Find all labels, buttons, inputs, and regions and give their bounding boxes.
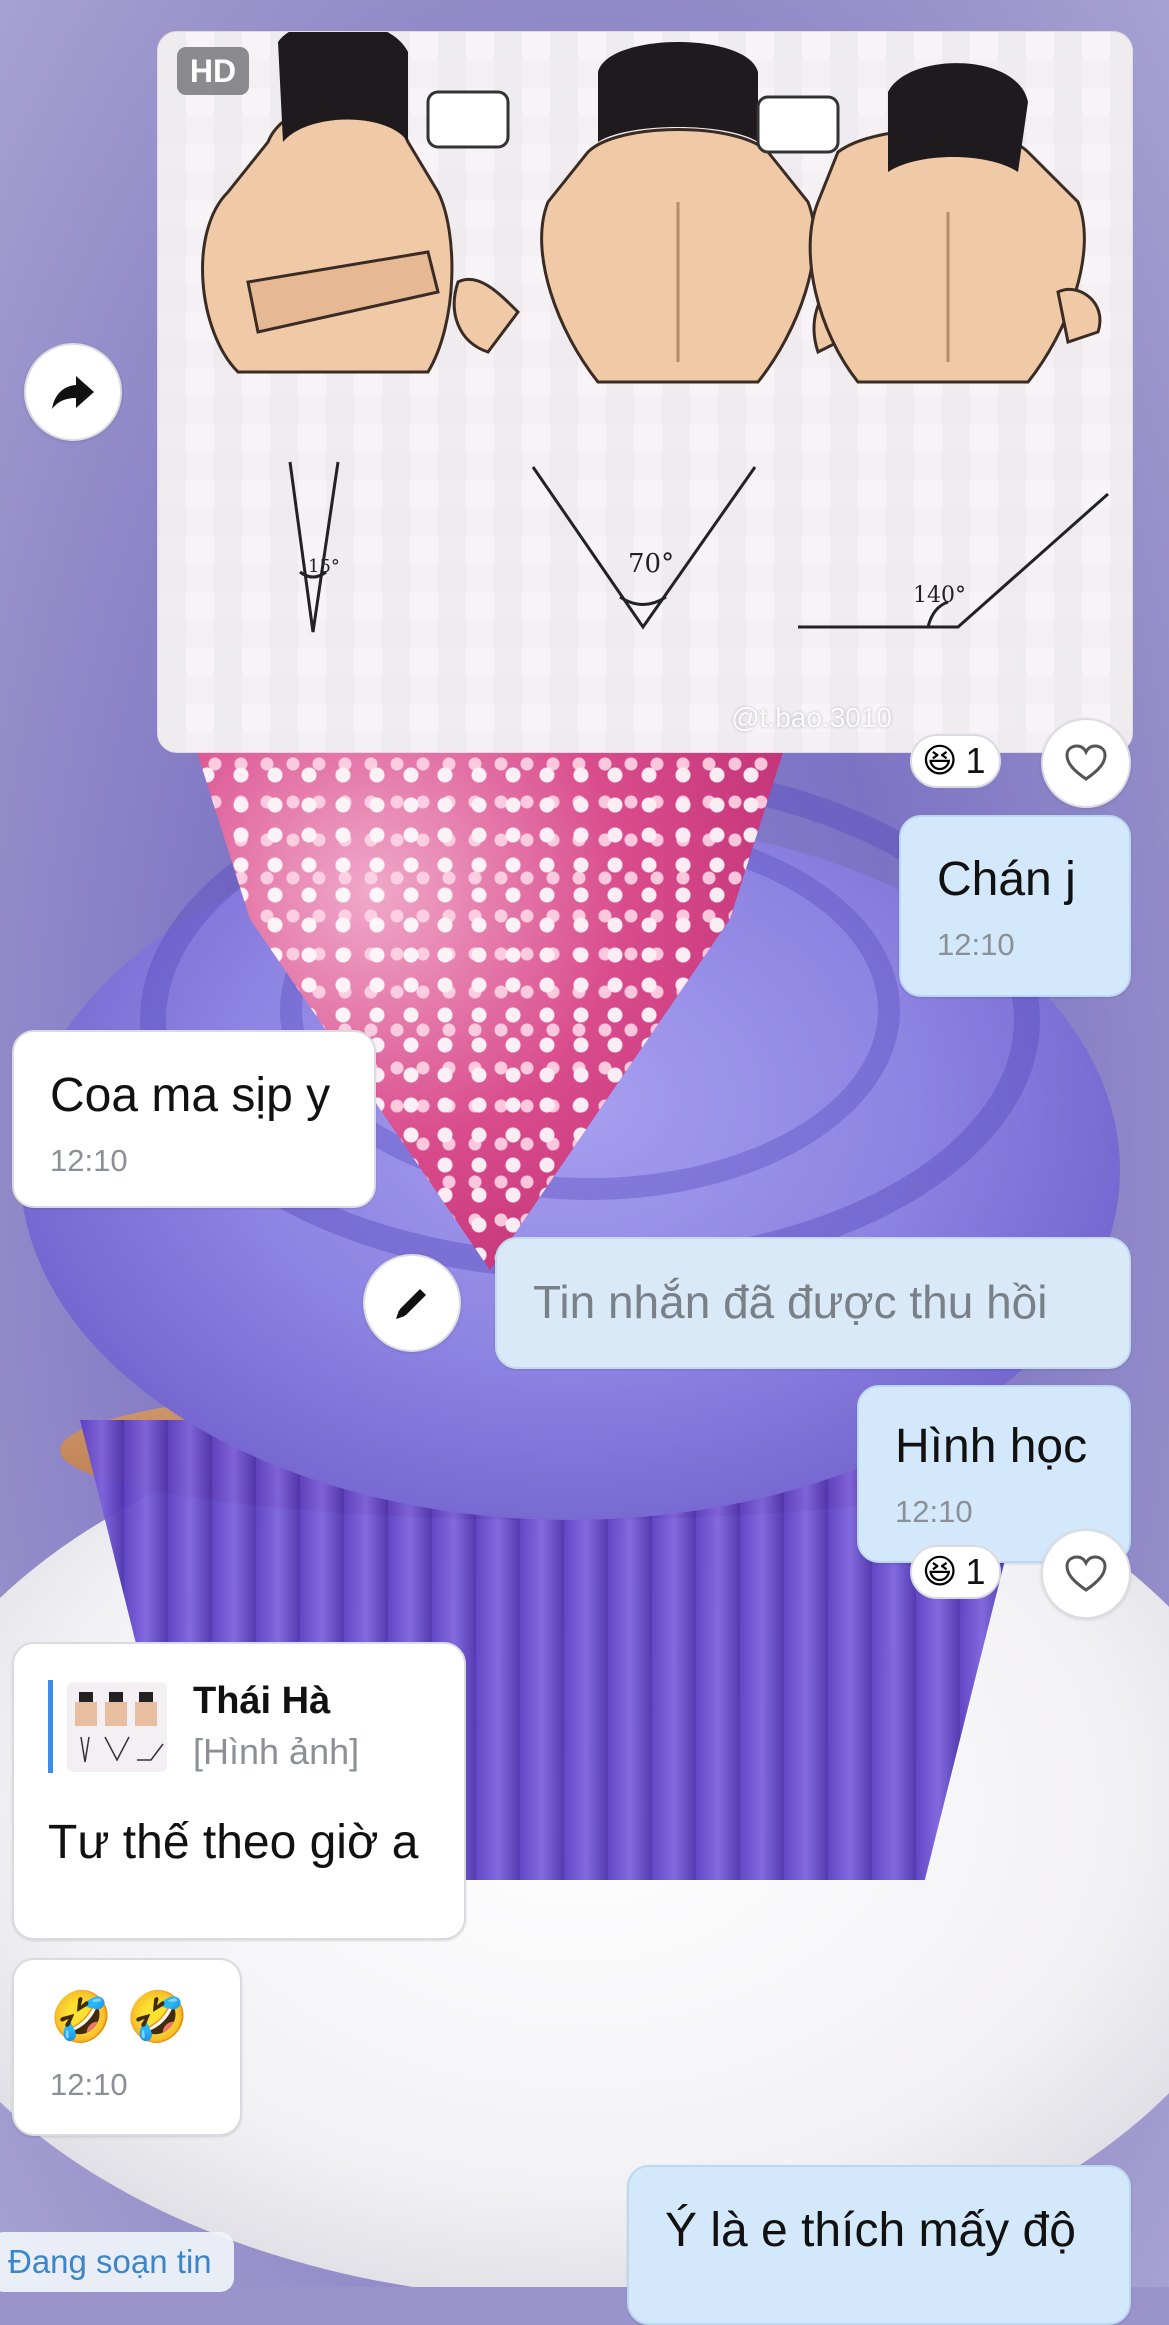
- message-bubble-incoming[interactable]: 🤣 🤣 12:10: [12, 1958, 242, 2136]
- message-text: Chán j: [937, 853, 1076, 906]
- share-button[interactable]: [24, 343, 122, 441]
- laughing-face-icon: 😆: [922, 1553, 958, 1591]
- edit-button[interactable]: [363, 1254, 461, 1352]
- angle-label-3: 140°: [913, 583, 966, 608]
- thumbnail-image: [75, 1691, 164, 1762]
- quoted-message-type: [Hình ảnh]: [193, 1731, 360, 1772]
- reaction-count: 1: [965, 740, 986, 781]
- message-emoji-text: 🤣 🤣: [50, 1989, 189, 2045]
- quoted-message[interactable]: Thái Hà [Hình ảnh]: [48, 1680, 464, 1773]
- reaction-badge[interactable]: 😆 1: [910, 734, 1002, 788]
- message-bubble-outgoing[interactable]: Ý là e thích mấy độ: [627, 2165, 1131, 2325]
- message-time: 12:10: [895, 1493, 973, 1529]
- angle-label-1: 15°: [308, 556, 340, 577]
- angle-diagrams: [288, 461, 1109, 633]
- message-bubble-incoming[interactable]: Coa ma sịp y 12:10: [12, 1030, 376, 1208]
- message-text: Ý là e thích mấy độ: [665, 2204, 1076, 2257]
- react-heart-button[interactable]: [1041, 718, 1131, 808]
- image-watermark: @t.bao.3010: [731, 702, 892, 733]
- message-bubble-recalled[interactable]: Tin nhắn đã được thu hồi: [495, 1237, 1131, 1369]
- reaction-badge[interactable]: 😆 1: [910, 1545, 1002, 1599]
- figure-torso-3: [808, 63, 1102, 384]
- figure-torso-2: [452, 42, 868, 384]
- message-time: 12:10: [50, 1142, 128, 1178]
- recalled-message-text: Tin nhắn đã được thu hồi: [533, 1276, 1048, 1328]
- pencil-icon: [396, 1289, 426, 1319]
- image-content: 15° 70° 140°: [201, 32, 1109, 633]
- typing-indicator: Đang soạn tin: [0, 2232, 234, 2292]
- heart-outline-icon: [1065, 1555, 1107, 1592]
- sticker-1: [426, 90, 510, 149]
- message-bubble-outgoing[interactable]: Chán j 12:10: [899, 815, 1131, 997]
- share-forward-icon: [52, 376, 94, 409]
- react-heart-button[interactable]: [1041, 1529, 1131, 1619]
- laughing-face-icon: 😆: [922, 742, 958, 780]
- reaction-count: 1: [965, 1551, 986, 1592]
- message-time: 12:10: [937, 926, 1015, 962]
- message-text: Coa ma sịp y: [50, 1069, 331, 1122]
- image-message[interactable]: HD 15° 70° 140° @t.bao.3010: [157, 31, 1133, 753]
- sticker-2: [756, 95, 840, 154]
- heart-outline-icon: [1065, 744, 1107, 781]
- hd-badge: HD: [177, 47, 249, 95]
- angle-label-2: 70°: [628, 549, 674, 579]
- message-text: Hình học: [895, 1420, 1088, 1473]
- message-time: 12:10: [50, 2067, 128, 2102]
- quoted-image-thumbnail: [67, 1681, 167, 1772]
- message-text: Tư thế theo giờ a: [48, 1816, 419, 1869]
- quoted-sender-name: Thái Hà: [193, 1680, 331, 1722]
- message-bubble-incoming-reply[interactable]: Thái Hà [Hình ảnh] Tư thế theo giờ a: [12, 1642, 466, 1940]
